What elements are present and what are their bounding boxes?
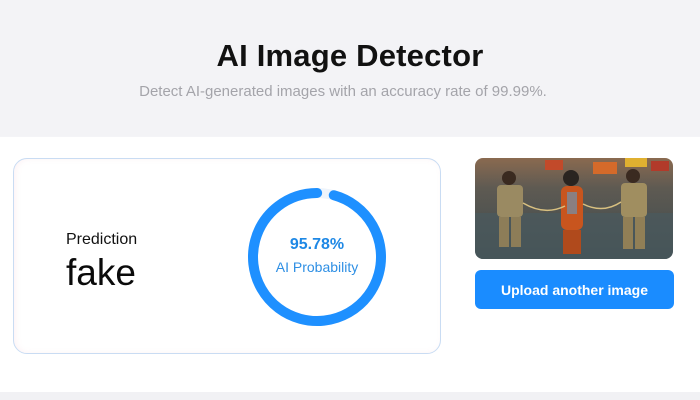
probability-label: AI Probability (275, 259, 359, 275)
bottom-divider (0, 392, 700, 400)
prediction-label: Prediction (66, 231, 138, 248)
gauge-arc (248, 188, 386, 326)
upload-another-image-button[interactable]: Upload another image (475, 270, 674, 309)
uploaded-image-thumbnail (475, 158, 673, 259)
hero-header: AI Image Detector Detect AI-generated im… (0, 0, 700, 136)
uploaded-image (475, 158, 673, 259)
page-title: AI Image Detector (216, 38, 484, 73)
probability-percent: 95.78% (289, 236, 345, 253)
prediction-value: fake (66, 252, 136, 293)
probability-gauge (248, 188, 386, 326)
page-subtitle: Detect AI-generated images with an accur… (139, 83, 547, 100)
